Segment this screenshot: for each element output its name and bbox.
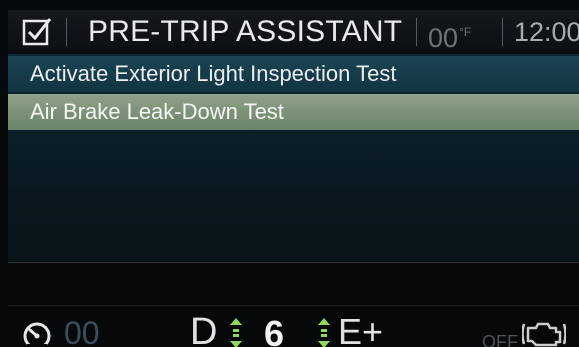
outside-temperature: 00°F [428,14,471,56]
pre-trip-assistant-screen: PRE-TRIP ASSISTANT 00°F 12:00 Activate E… [0,0,579,347]
engine-icon [522,322,566,347]
test-menu-list: Activate Exterior Light Inspection Test … [8,54,579,262]
status-bar: 00 D 6 E+ OFF [8,263,579,347]
shift-arrows-icon [318,318,330,347]
header-separator [66,18,67,46]
header-bar: PRE-TRIP ASSISTANT 00°F 12:00 [8,10,579,54]
header-separator [502,18,503,46]
menu-item-label: Activate Exterior Light Inspection Test [30,61,397,86]
drive-mode-indicator: D [190,311,218,347]
engine-status-label: OFF [482,332,518,347]
menu-item-exterior-light-test[interactable]: Activate Exterior Light Inspection Test [8,56,579,93]
status-divider [8,305,579,306]
header-separator [416,18,417,46]
gear-mode-indicator: E+ [338,311,384,347]
gear-number: 6 [264,313,285,347]
menu-item-air-brake-test[interactable]: Air Brake Leak-Down Test [8,94,579,130]
menu-item-label: Air Brake Leak-Down Test [30,99,284,124]
clock: 12:00 [514,17,579,47]
checkbox-checked-icon [22,18,52,46]
temperature-unit: °F [459,25,472,39]
temperature-value: 00 [428,23,459,53]
page-title: PRE-TRIP ASSISTANT [88,15,403,48]
speedometer-icon [23,322,51,347]
shift-arrows-icon [230,318,242,347]
speed-readout: 00 [64,315,100,347]
